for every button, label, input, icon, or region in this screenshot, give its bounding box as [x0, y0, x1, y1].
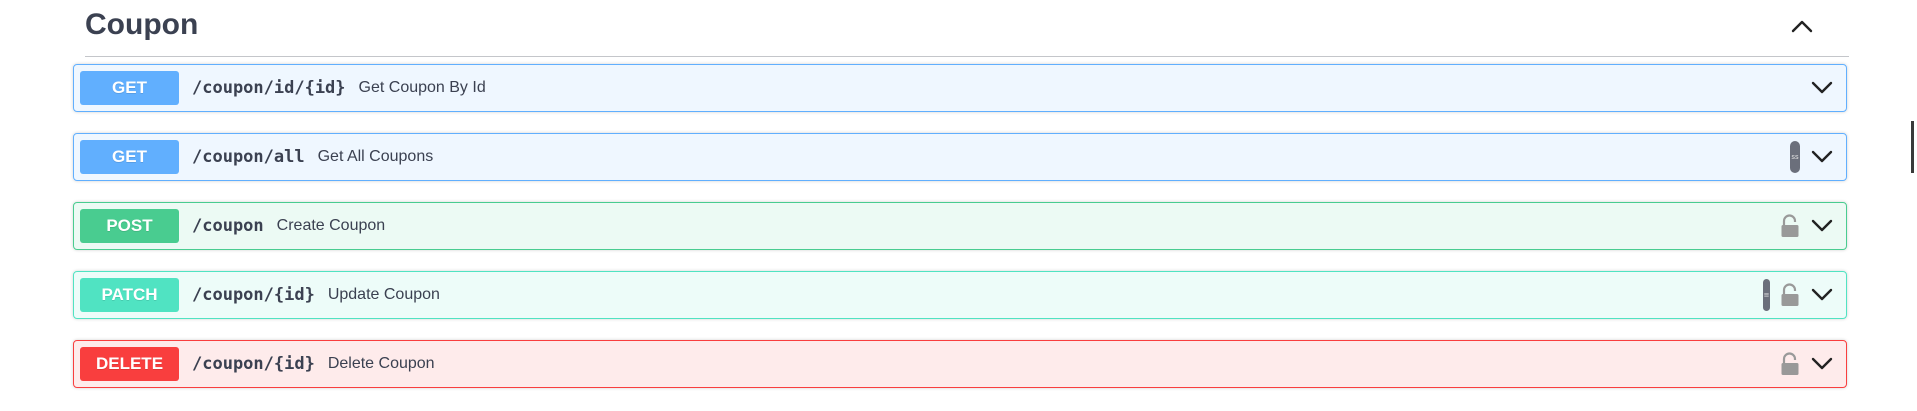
operation-controls: ≡ — [1763, 272, 1834, 318]
operation-get-all-coupons[interactable]: GET /coupon/all Get All Coupons ss — [73, 133, 1847, 181]
operation-summary: Delete Coupon — [327, 355, 435, 372]
chevron-up-icon[interactable] — [1790, 14, 1814, 38]
operation-summary: Get All Coupons — [317, 148, 434, 165]
overlay-pill[interactable]: ≡ — [1763, 279, 1770, 311]
operation-create-coupon[interactable]: POST /coupon Create Coupon — [73, 202, 1847, 250]
operation-path: /coupon/all — [192, 147, 305, 167]
method-badge: GET — [80, 71, 179, 105]
operation-update-coupon[interactable]: PATCH /coupon/{id} Update Coupon ≡ — [73, 271, 1847, 319]
operation-summary: Get Coupon By Id — [358, 79, 486, 96]
unlocked-lock-icon[interactable] — [1780, 283, 1800, 307]
coupon-tag-header[interactable]: Coupon — [85, 0, 1849, 57]
operation-path: /coupon/id/{id} — [192, 78, 346, 98]
unlocked-lock-icon[interactable] — [1780, 214, 1800, 238]
chevron-down-icon[interactable] — [1810, 283, 1834, 307]
method-badge: DELETE — [80, 347, 179, 381]
overlay-pill-label: ≡ — [1763, 291, 1770, 299]
method-badge: POST — [80, 209, 179, 243]
method-badge: PATCH — [80, 278, 179, 312]
chevron-down-icon[interactable] — [1810, 214, 1834, 238]
operation-controls — [1780, 203, 1834, 249]
operation-summary: Create Coupon — [276, 217, 386, 234]
section-title: Coupon — [85, 8, 199, 41]
chevron-down-icon[interactable] — [1810, 76, 1834, 100]
method-badge: GET — [80, 140, 179, 174]
operation-summary: Update Coupon — [327, 286, 440, 303]
operation-controls — [1810, 65, 1834, 111]
chevron-down-icon[interactable] — [1810, 145, 1834, 169]
chevron-down-icon[interactable] — [1810, 352, 1834, 376]
overlay-pill[interactable]: ss — [1790, 141, 1800, 173]
scrollbar-edge[interactable] — [1911, 121, 1914, 173]
operation-delete-coupon[interactable]: DELETE /coupon/{id} Delete Coupon — [73, 340, 1847, 388]
operation-get-coupon-by-id[interactable]: GET /coupon/id/{id} Get Coupon By Id — [73, 64, 1847, 112]
overlay-pill-label: ss — [1791, 153, 1799, 161]
operation-controls — [1780, 341, 1834, 387]
unlocked-lock-icon[interactable] — [1780, 352, 1800, 376]
operation-path: /coupon/{id} — [192, 285, 315, 305]
operation-path: /coupon/{id} — [192, 354, 315, 374]
operation-path: /coupon — [192, 216, 264, 236]
operation-controls: ss — [1790, 134, 1834, 180]
